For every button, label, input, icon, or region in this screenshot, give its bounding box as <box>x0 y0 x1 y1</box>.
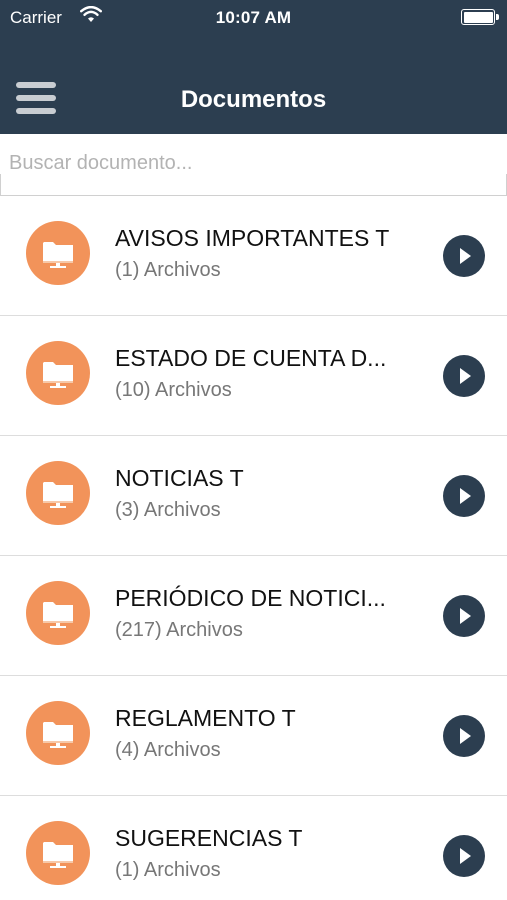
folder-icon <box>26 221 90 285</box>
document-count: (1) Archivos <box>115 859 221 881</box>
document-row[interactable]: PERIÓDICO DE NOTICI... (217) Archivos <box>0 556 507 676</box>
clock: 10:07 AM <box>215 8 292 27</box>
chevron-right-circle-icon[interactable] <box>443 475 485 517</box>
folder-icon <box>26 461 90 525</box>
page-title: Documentos <box>180 86 327 113</box>
document-row[interactable]: NOTICIAS T (3) Archivos <box>0 436 507 556</box>
document-list: AVISOS IMPORTANTES T (1) Archivos ESTADO… <box>0 196 507 900</box>
folder-icon <box>26 701 90 765</box>
document-name: AVISOS IMPORTANTES T <box>115 225 390 251</box>
battery-full-icon <box>461 9 499 25</box>
document-name: ESTADO DE CUENTA D... <box>115 345 387 371</box>
document-name: PERIÓDICO DE NOTICI... <box>115 585 386 611</box>
document-count: (3) Archivos <box>115 499 221 521</box>
document-row[interactable]: REGLAMENTO T (4) Archivos <box>0 676 507 796</box>
document-row[interactable]: AVISOS IMPORTANTES T (1) Archivos <box>0 196 507 316</box>
chevron-right-circle-icon[interactable] <box>443 835 485 877</box>
chevron-right-circle-icon[interactable] <box>443 235 485 277</box>
chevron-right-circle-icon[interactable] <box>443 595 485 637</box>
document-name: REGLAMENTO T <box>115 705 296 731</box>
folder-icon <box>26 341 90 405</box>
chevron-right-circle-icon[interactable] <box>443 715 485 757</box>
document-row[interactable]: ESTADO DE CUENTA D... (10) Archivos <box>0 316 507 436</box>
document-count: (217) Archivos <box>115 619 243 641</box>
document-row[interactable]: SUGERENCIAS T (1) Archivos <box>0 796 507 900</box>
document-count: (4) Archivos <box>115 739 221 761</box>
document-count: (10) Archivos <box>115 379 232 401</box>
document-count: (1) Archivos <box>115 259 221 281</box>
search-underline <box>0 174 507 196</box>
status-bar: Carrier 10:07 AM <box>0 0 507 38</box>
folder-icon <box>26 581 90 645</box>
document-name: SUGERENCIAS T <box>115 825 303 851</box>
folder-icon <box>26 821 90 885</box>
app-header: Carrier 10:07 AM Documentos <box>0 0 507 134</box>
chevron-right-circle-icon[interactable] <box>443 355 485 397</box>
document-name: NOTICIAS T <box>115 465 244 491</box>
